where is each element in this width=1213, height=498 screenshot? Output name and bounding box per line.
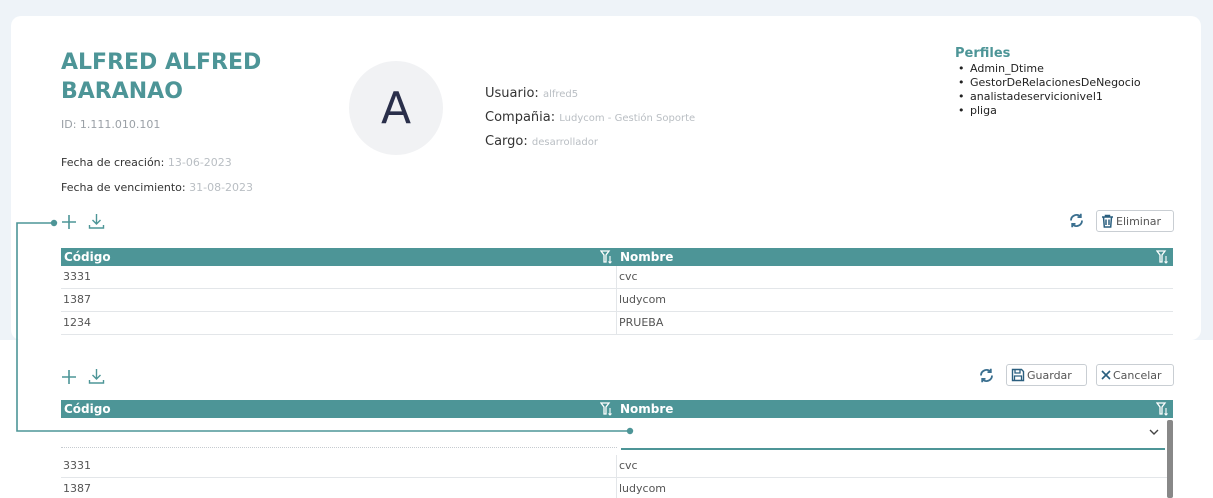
save-button-label: Guardar (1027, 368, 1072, 382)
column-header-nombre[interactable]: Nombre (617, 400, 1173, 418)
refresh-icon[interactable] (1068, 212, 1085, 229)
refresh-icon[interactable] (978, 367, 995, 384)
save-icon (1011, 368, 1025, 382)
creation-date-label: Fecha de creación: (61, 156, 165, 169)
profiles-list: Admin_Dtime GestorDeRelacionesDeNegocio … (955, 62, 1141, 118)
cell-nombre: cvc (619, 459, 638, 472)
company-value: Ludycom - Gestión Soporte (559, 113, 696, 124)
profiles-panel: Perfiles Admin_Dtime GestorDeRelacionesD… (955, 46, 1141, 118)
creation-date-value: 13-06-2023 (167, 156, 232, 169)
profile-item: pliga (955, 104, 1141, 118)
plus-icon[interactable] (61, 369, 77, 385)
position-label: Cargo: (485, 134, 528, 149)
table-header: Código Nombre (61, 248, 1173, 266)
user-id: ID: 1.111.010.101 (61, 118, 161, 131)
filter-icon[interactable] (600, 402, 613, 416)
avatar: A (349, 61, 443, 155)
trash-icon (1102, 214, 1113, 228)
profile-item: GestorDeRelacionesDeNegocio (955, 76, 1141, 90)
table-row[interactable]: 3331 cvc (61, 266, 1173, 289)
codes-edit-table: Código Nombre 3331 cvc 1387 ludycom (61, 400, 1173, 498)
filter-icon[interactable] (1156, 402, 1169, 416)
profile-item: analistadeservicionivel1 (955, 90, 1141, 104)
close-icon (1101, 370, 1111, 380)
save-button[interactable]: Guardar (1006, 364, 1087, 386)
cancel-button-label: Cancelar (1113, 368, 1162, 382)
cell-codigo: 1387 (61, 478, 617, 498)
username-value: alfred5 (542, 89, 579, 100)
table-row[interactable]: 3331 cvc (61, 455, 1173, 478)
cell-nombre: ludycom (619, 293, 667, 306)
profile-item: Admin_Dtime (955, 62, 1141, 76)
filter-icon[interactable] (600, 250, 613, 264)
expiry-date-label: Fecha de vencimiento: (61, 181, 186, 194)
delete-button-label: Eliminar (1116, 214, 1162, 228)
position-value: desarrollador (531, 137, 598, 148)
username-label: Usuario: (485, 86, 539, 101)
dropdown-scrollbar[interactable] (1167, 420, 1173, 498)
expiry-date-value: 31-08-2023 (189, 181, 254, 194)
download-icon[interactable] (88, 213, 105, 230)
creation-date-row: Fecha de creación: 13-06-2023 (61, 156, 232, 169)
username-row: Usuario: alfred5 (485, 86, 578, 101)
plus-icon[interactable] (61, 214, 77, 230)
position-row: Cargo: desarrollador (485, 134, 598, 149)
new-row-editor (61, 418, 1173, 455)
cell-codigo: 3331 (61, 266, 617, 288)
table-row[interactable]: 1387 ludycom (61, 478, 1173, 498)
column-header-nombre[interactable]: Nombre (617, 248, 1173, 266)
company-label: Compañia: (485, 110, 556, 125)
table-header: Código Nombre (61, 400, 1173, 418)
delete-button[interactable]: Eliminar (1096, 210, 1174, 232)
dropdown-underline (621, 448, 1165, 450)
cell-codigo: 3331 (61, 455, 617, 477)
expiry-date-row: Fecha de vencimiento: 31-08-2023 (61, 181, 253, 194)
profiles-title: Perfiles (955, 46, 1011, 61)
column-header-codigo[interactable]: Código (61, 248, 617, 266)
codes-table: Código Nombre 3331 cvc 1387 ludycom 1234… (61, 248, 1173, 335)
cell-nombre: cvc (619, 270, 638, 283)
download-icon[interactable] (88, 368, 105, 385)
cell-codigo: 1387 (61, 289, 617, 311)
cell-nombre: PRUEBA (619, 316, 664, 329)
company-row: Compañia: Ludycom - Gestión Soporte (485, 110, 695, 125)
table-row[interactable]: 1234 PRUEBA (61, 312, 1173, 335)
nombre-dropdown[interactable] (617, 418, 1173, 455)
cell-nombre: ludycom (619, 482, 667, 495)
codigo-input[interactable] (61, 418, 617, 448)
chevron-down-icon[interactable] (1149, 429, 1159, 435)
filter-icon[interactable] (1156, 250, 1169, 264)
cell-codigo: 1234 (61, 312, 617, 334)
table-row[interactable]: 1387 ludycom (61, 289, 1173, 312)
user-name: ALFRED ALFRED BARANAO (61, 50, 262, 104)
cancel-button[interactable]: Cancelar (1096, 364, 1174, 386)
column-header-codigo[interactable]: Código (61, 400, 617, 418)
